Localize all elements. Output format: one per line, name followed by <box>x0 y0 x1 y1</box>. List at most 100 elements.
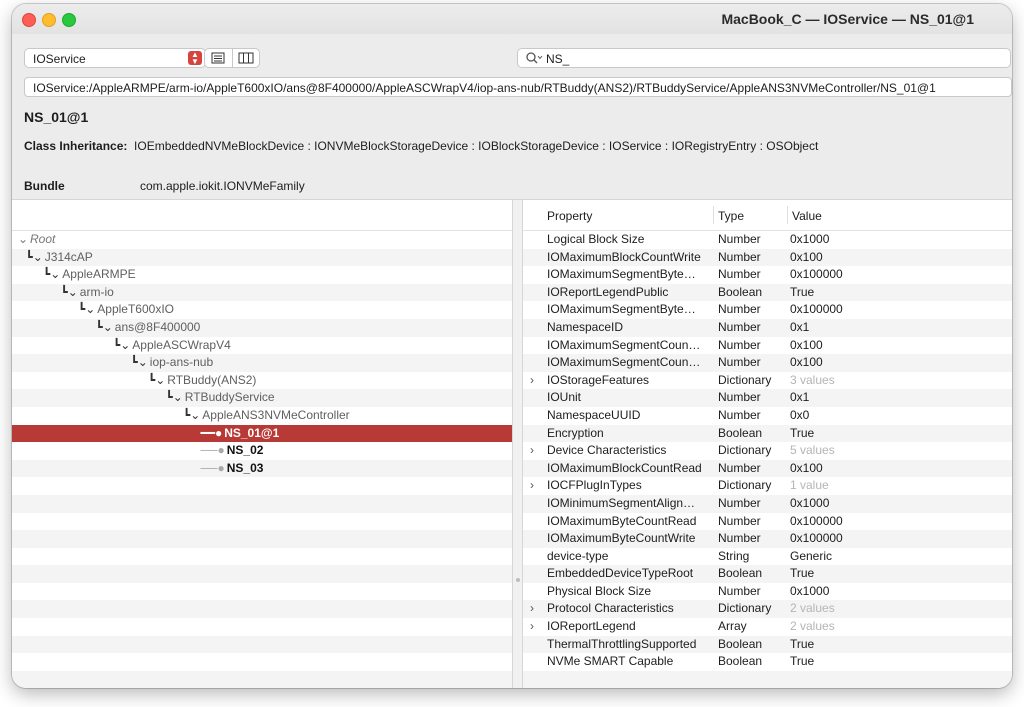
property-type: Number <box>718 407 761 422</box>
property-row[interactable]: Logical Block Size Number 0x1000 <box>523 231 1012 249</box>
property-value: 0x100000 <box>790 302 843 317</box>
column-divider[interactable] <box>713 206 714 224</box>
tree-connector-icon[interactable]: ┗⌄ <box>131 354 148 372</box>
tree-connector-icon[interactable]: ┗⌄ <box>61 284 78 302</box>
tree-row[interactable]: ┗⌄ arm-io <box>12 283 512 302</box>
tree-row-label: NS_02 <box>226 443 264 458</box>
tree-row-label: AppleT600xIO <box>97 302 174 317</box>
window-title: MacBook_C — IOService — NS_01@1 <box>721 11 974 27</box>
zoom-button[interactable] <box>62 13 76 27</box>
property-row[interactable]: IOMaximumBlockCountRead Number 0x100 <box>523 459 1012 478</box>
tree-connector-icon[interactable]: ┗⌄ <box>78 301 95 319</box>
tree-row-empty <box>12 530 512 548</box>
property-row[interactable]: IOMaximumSegmentCoun… Number 0x100 <box>523 337 1012 355</box>
property-name: Encryption <box>547 425 604 440</box>
tree-row[interactable]: ⌄ Root <box>12 231 512 249</box>
property-row[interactable]: NVMe SMART Capable Boolean True <box>523 653 1012 671</box>
close-button[interactable] <box>22 13 36 27</box>
tree-row-empty <box>12 565 512 583</box>
disclosure-chevron-icon[interactable]: › <box>530 372 534 390</box>
property-row[interactable]: IOUnit Number 0x1 <box>523 389 1012 407</box>
disclosure-chevron-icon[interactable]: ⌄ <box>16 231 30 249</box>
property-row[interactable]: IOMaximumBlockCountWrite Number 0x100 <box>523 248 1012 267</box>
property-row[interactable]: › IOReportLegend Array 2 values <box>523 618 1012 636</box>
tree-connector-icon[interactable]: ┗⌄ <box>113 337 130 355</box>
property-name: Physical Block Size <box>547 583 652 598</box>
tree-leaf-connector-icon: ──● <box>200 443 225 458</box>
tree-row[interactable]: ──● NS_03 <box>12 459 512 478</box>
tree-row[interactable]: ┗⌄ RTBuddy(ANS2) <box>12 372 512 390</box>
property-row[interactable]: › Protocol Characteristics Dictionary 2 val… <box>523 600 1012 619</box>
tree-connector-icon[interactable]: ┗⌄ <box>26 249 43 267</box>
property-value: 0x1 <box>790 390 810 405</box>
tree-connector-icon[interactable]: ┗⌄ <box>183 407 200 425</box>
property-row[interactable]: Encryption Boolean True <box>523 424 1012 443</box>
property-row[interactable]: IOMaximumByteCountRead Number 0x100000 <box>523 513 1012 531</box>
tree-row[interactable]: ┗⌄ AppleARMPE <box>12 266 512 284</box>
property-row[interactable]: IOMaximumSegmentByte… Number 0x100000 <box>523 266 1012 284</box>
tree-row-empty <box>12 653 512 671</box>
property-name: device-type <box>547 548 609 563</box>
tree-row[interactable]: ──● NS_02 <box>12 442 512 460</box>
tree-connector-icon[interactable]: ┗⌄ <box>43 266 60 284</box>
property-name: EmbeddedDeviceTypeRoot <box>547 566 694 581</box>
property-row[interactable]: IOMaximumSegmentCoun… Number 0x100 <box>523 354 1012 372</box>
property-type: Number <box>718 302 761 317</box>
tree-connector-icon[interactable]: ┗⌄ <box>148 372 165 390</box>
tree-connector-icon[interactable]: ┗⌄ <box>166 389 183 407</box>
plane-select[interactable]: IOService ▲ ▼ <box>24 48 206 68</box>
disclosure-chevron-icon[interactable]: › <box>530 600 534 618</box>
search-input[interactable]: NS_ <box>546 52 569 66</box>
property-name: Protocol Characteristics <box>547 601 674 616</box>
property-row[interactable]: IOMaximumByteCountWrite Number 0x100000 <box>523 530 1012 548</box>
tree-connector-icon[interactable]: ┗⌄ <box>96 319 113 337</box>
column-header-type[interactable]: Type <box>718 209 744 223</box>
column-header-property[interactable]: Property <box>547 209 592 223</box>
column-view-button[interactable] <box>233 49 260 67</box>
disclosure-chevron-icon[interactable]: › <box>530 618 534 636</box>
tree-row[interactable]: ┗⌄ iop-ans-nub <box>12 354 512 372</box>
list-view-button[interactable] <box>205 49 233 67</box>
property-row[interactable]: Physical Block Size Number 0x1000 <box>523 583 1012 601</box>
bundle-value: com.apple.iokit.IONVMeFamily <box>140 179 305 193</box>
property-row[interactable]: › Device Characteristics Dictionary 5 value… <box>523 442 1012 460</box>
property-row[interactable]: EmbeddedDeviceTypeRoot Boolean True <box>523 565 1012 583</box>
property-row[interactable]: IOMinimumSegmentAlign… Number 0x1000 <box>523 494 1012 513</box>
property-name: IOMaximumBlockCountRead <box>547 460 702 475</box>
property-row[interactable]: NamespaceUUID Number 0x0 <box>523 407 1012 425</box>
property-row[interactable]: IOMaximumSegmentByte… Number 0x100000 <box>523 301 1012 319</box>
tree-row-label: AppleASCWrapV4 <box>132 337 231 352</box>
property-value: 0x1000 <box>790 583 830 598</box>
property-value: Generic <box>790 548 833 563</box>
path-field[interactable]: IOService:/AppleARMPE/arm-io/AppleT600xI… <box>24 77 1012 97</box>
tree-row-empty <box>12 548 512 566</box>
property-type: Boolean <box>718 284 763 299</box>
property-type: Number <box>718 337 761 352</box>
property-value: 2 values <box>790 601 835 616</box>
tree-row[interactable]: ┗⌄ AppleASCWrapV4 <box>12 337 512 355</box>
property-value: True <box>790 636 815 651</box>
tree-row[interactable]: ┗⌄ AppleANS3NVMeController <box>12 407 512 425</box>
tree-row[interactable]: ┗⌄ ans@8F400000 <box>12 318 512 337</box>
property-row[interactable]: ThermalThrottlingSupported Boolean True <box>523 635 1012 654</box>
minimize-button[interactable] <box>42 13 56 27</box>
split-view-divider[interactable] <box>512 199 523 688</box>
disclosure-chevron-icon[interactable]: › <box>530 442 534 460</box>
tree-row[interactable]: ┗⌄ RTBuddyService <box>12 389 512 407</box>
property-value: 5 values <box>790 443 835 458</box>
property-row[interactable]: › IOCFPlugInTypes Dictionary 1 value <box>523 477 1012 495</box>
property-row[interactable]: IOReportLegendPublic Boolean True <box>523 283 1012 302</box>
tree-row[interactable]: ┗⌄ J314cAP <box>12 248 512 267</box>
tree-row[interactable]: ━━● NS_01@1 <box>12 424 512 443</box>
column-divider[interactable] <box>787 206 788 224</box>
property-value: 1 value <box>790 478 829 493</box>
disclosure-chevron-icon[interactable]: › <box>530 477 534 495</box>
tree-row[interactable]: ┗⌄ AppleT600xIO <box>12 301 512 319</box>
property-row[interactable]: device-type String Generic <box>523 548 1012 566</box>
property-row[interactable]: NamespaceID Number 0x1 <box>523 318 1012 337</box>
tree-row-label: ans@8F400000 <box>114 319 201 334</box>
property-value: 0x100 <box>790 355 823 370</box>
column-header-value[interactable]: Value <box>792 209 822 223</box>
search-field[interactable]: NS_ <box>517 48 1011 68</box>
property-row[interactable]: › IOStorageFeatures Dictionary 3 values <box>523 372 1012 390</box>
